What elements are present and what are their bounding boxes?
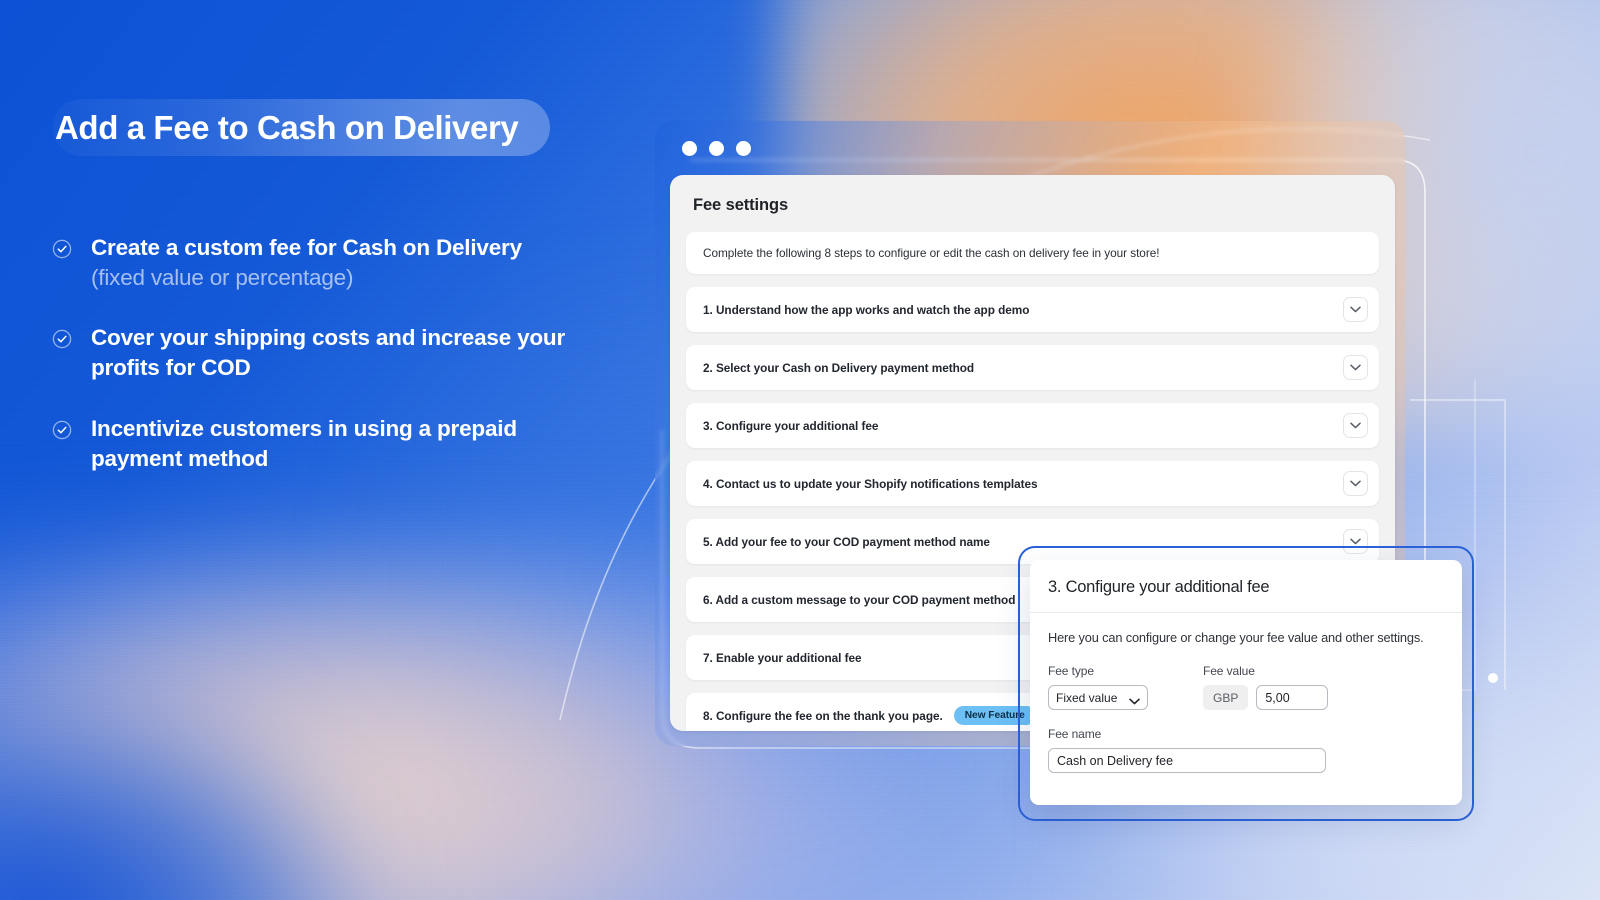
- configure-fee-modal: 3. Configure your additional fee Here yo…: [1030, 560, 1462, 805]
- page-title: Add a Fee to Cash on Delivery: [55, 109, 519, 146]
- fee-value-group: GBP 5,00: [1203, 685, 1329, 710]
- list-item: Cover your shipping costs and increase y…: [52, 323, 612, 383]
- accordion-row-4[interactable]: 4. Contact us to update your Shopify not…: [686, 461, 1379, 506]
- modal-title: 3. Configure your additional fee: [1030, 560, 1462, 613]
- chevron-down-icon[interactable]: [1343, 297, 1368, 322]
- window-titlebar: [655, 121, 1405, 175]
- fee-type-field: Fee type Fixed value: [1048, 664, 1203, 710]
- window-maximize-dot[interactable]: [736, 140, 751, 156]
- feature-main-1: Create a custom fee for Cash on Delivery: [91, 235, 522, 260]
- fee-type-label: Fee type: [1048, 664, 1094, 678]
- chevron-down-icon[interactable]: [1343, 471, 1368, 496]
- fee-name-input[interactable]: Cash on Delivery fee: [1048, 748, 1326, 773]
- fee-type-value: Fixed value: [1056, 690, 1118, 705]
- accordion-label-6: 6. Add a custom message to your COD paym…: [703, 592, 1016, 607]
- feature-text-3: Incentivize customers in using a prepaid…: [91, 416, 517, 471]
- list-item: Create a custom fee for Cash on Delivery…: [52, 233, 612, 293]
- modal-body: Here you can configure or change your fe…: [1030, 613, 1462, 773]
- accordion-label-3: 3. Configure your additional fee: [703, 418, 879, 433]
- instructions-banner: Complete the following 8 steps to config…: [686, 232, 1379, 274]
- accordion-label-5: 5. Add your fee to your COD payment meth…: [703, 534, 990, 549]
- check-circle-icon: [52, 420, 72, 440]
- currency-prefix: GBP: [1203, 685, 1249, 710]
- fee-type-select[interactable]: Fixed value: [1048, 685, 1148, 710]
- fee-config-row: Fee type Fixed value Fee value GBP 5,00: [1048, 664, 1444, 710]
- accordion-row-2[interactable]: 2. Select your Cash on Delivery payment …: [686, 345, 1379, 390]
- fee-value-input[interactable]: 5,00: [1256, 685, 1329, 710]
- feature-sub-1: (fixed value or percentage): [91, 265, 354, 290]
- feature-text-2: Cover your shipping costs and increase y…: [91, 325, 566, 380]
- check-circle-icon: [52, 239, 72, 259]
- accordion-label-7: 7. Enable your additional fee: [703, 650, 862, 665]
- hero-section: Add a Fee to Cash on Delivery Create a c…: [0, 0, 640, 900]
- fee-value-label: Fee value: [1203, 664, 1255, 678]
- list-item: Incentivize customers in using a prepaid…: [52, 414, 612, 474]
- accordion-row-3[interactable]: 3. Configure your additional fee: [686, 403, 1379, 448]
- page-title-wrapper: Add a Fee to Cash on Delivery: [53, 99, 550, 156]
- fee-name-field: Fee name Cash on Delivery fee: [1048, 727, 1444, 773]
- modal-description: Here you can configure or change your fe…: [1048, 630, 1424, 645]
- feature-list: Create a custom fee for Cash on Delivery…: [52, 233, 612, 504]
- accordion-label-8: 8. Configure the fee on the thank you pa…: [703, 708, 943, 723]
- fee-value-field: Fee value GBP 5,00: [1203, 664, 1329, 710]
- window-close-dot[interactable]: [682, 140, 697, 156]
- fee-name-label: Fee name: [1048, 727, 1102, 741]
- chevron-down-icon[interactable]: [1343, 355, 1368, 380]
- panel-title: Fee settings: [693, 196, 789, 214]
- accordion-label-4: 4. Contact us to update your Shopify not…: [703, 476, 1038, 491]
- check-circle-icon: [52, 329, 72, 349]
- window-minimize-dot[interactable]: [709, 140, 724, 156]
- feature-text-1: Create a custom fee for Cash on Delivery…: [91, 233, 522, 293]
- chevron-down-icon[interactable]: [1343, 413, 1368, 438]
- accordion-label-1: 1. Understand how the app works and watc…: [703, 302, 1030, 317]
- chevron-down-icon: [1129, 694, 1140, 708]
- accordion-row-1[interactable]: 1. Understand how the app works and watc…: [686, 287, 1379, 332]
- accordion-label-2: 2. Select your Cash on Delivery payment …: [703, 360, 975, 375]
